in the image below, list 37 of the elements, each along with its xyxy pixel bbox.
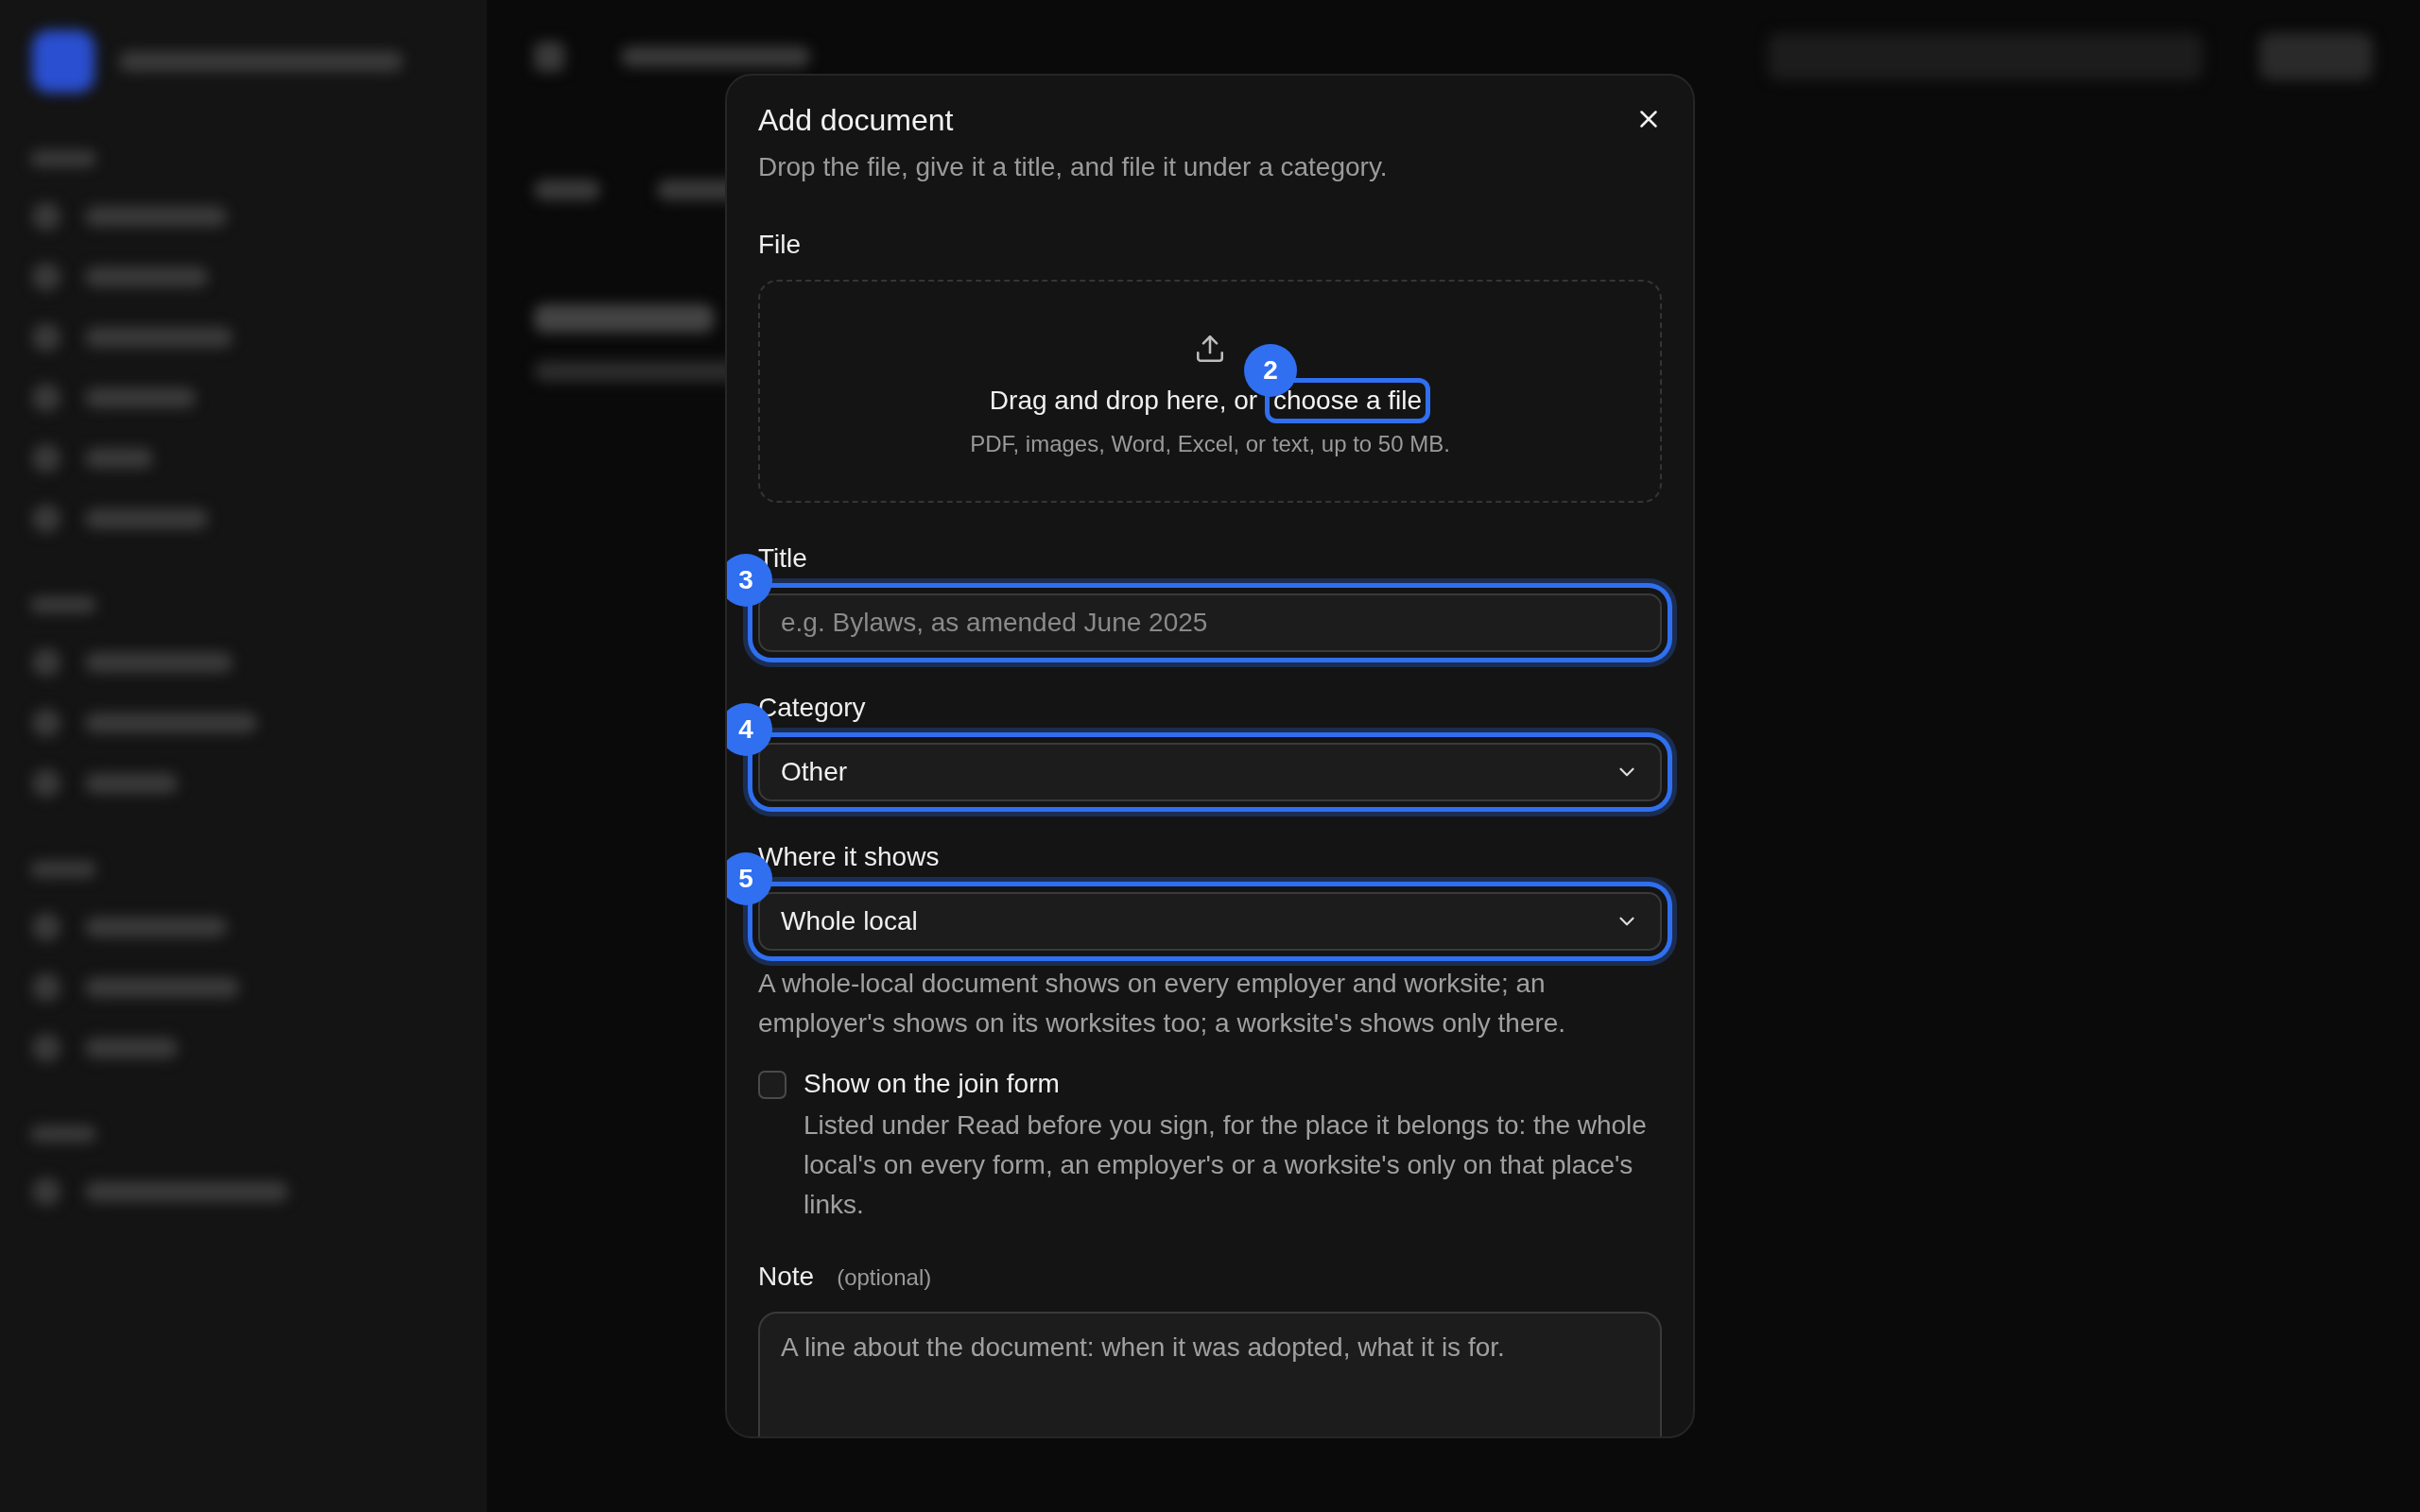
field-label: File bbox=[758, 229, 803, 261]
field-label: Title bbox=[758, 542, 808, 575]
field-label: Category bbox=[758, 692, 867, 724]
blurred-icon bbox=[32, 444, 60, 472]
blurred-icon bbox=[32, 648, 60, 677]
blurred-icon bbox=[32, 384, 60, 412]
blurred-icon bbox=[32, 202, 60, 231]
optional-hint: (optional) bbox=[837, 1264, 932, 1291]
blurred-text bbox=[30, 596, 96, 613]
field-label: Where it shows bbox=[758, 841, 941, 873]
upload-icon bbox=[1194, 333, 1226, 365]
blurred-icon bbox=[32, 323, 60, 352]
blurred-text bbox=[85, 448, 153, 469]
dialog-title: Add document bbox=[758, 102, 954, 139]
blurred-text bbox=[30, 861, 96, 878]
checkbox-description: Listed under Read before you sign, for the place it belongs to: the whole local's on every form, an employer's or a worksite's only on that place's links. bbox=[804, 1109, 1648, 1221]
checkbox[interactable] bbox=[758, 1071, 786, 1099]
blurred-text bbox=[534, 180, 600, 200]
field-label: Note bbox=[758, 1261, 815, 1293]
note-textarea[interactable]: A line about the document: when it was adopted, what it is for. bbox=[758, 1312, 1662, 1436]
blurred-text bbox=[30, 150, 96, 167]
help-text: A whole-local document shows on every employer and worksite; an employer's shows on its worksites too; a worksite's shows only there. bbox=[758, 968, 1567, 1040]
blurred-icon bbox=[32, 1177, 60, 1206]
blurred-text bbox=[30, 1125, 96, 1143]
blurred-logo bbox=[32, 30, 95, 93]
file-hint: PDF, images, Word, Excel, or text, up to 50 MB. bbox=[970, 430, 1450, 458]
blurred-icon bbox=[32, 1034, 60, 1062]
blurred-icon bbox=[32, 263, 60, 291]
blurred-icon bbox=[32, 913, 60, 941]
blurred-icon bbox=[32, 973, 60, 1002]
blurred-icon bbox=[534, 42, 564, 72]
blurred-icon bbox=[32, 505, 60, 533]
blurred-icon bbox=[32, 769, 60, 798]
checkbox-label: Show on the join form bbox=[804, 1068, 1061, 1100]
dialog-subtitle: Drop the file, give it a title, and file it under a category. bbox=[758, 151, 1389, 183]
title-input[interactable]: e.g. Bylaws, as amended June 2025 bbox=[758, 593, 1662, 652]
blurred-icon bbox=[32, 709, 60, 737]
